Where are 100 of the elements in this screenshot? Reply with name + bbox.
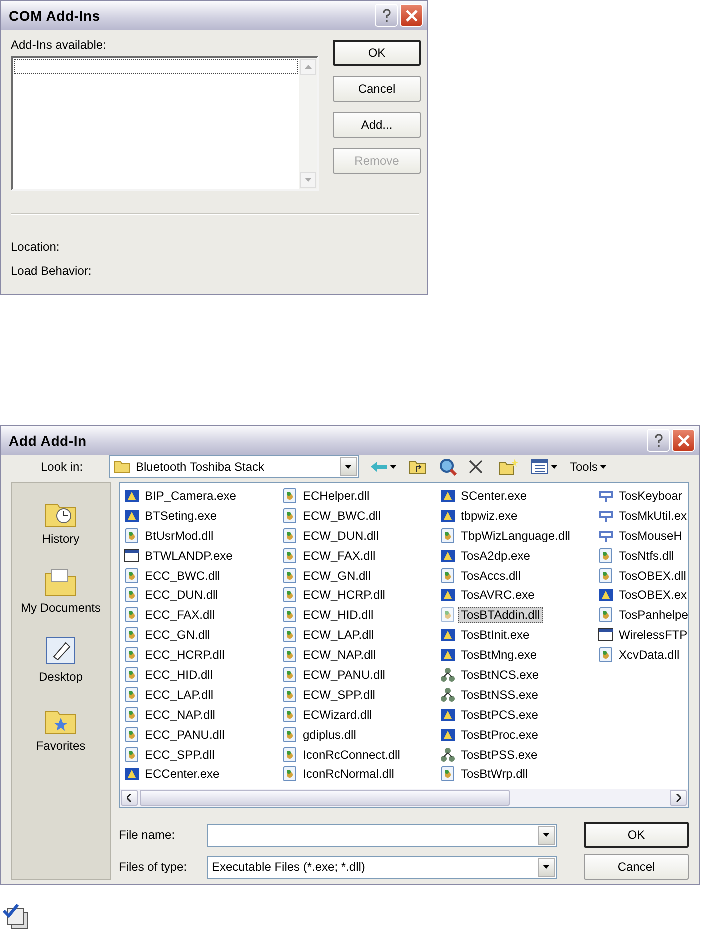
file-item[interactable]: ECW_DUN.dll [300,528,382,544]
file-item[interactable]: TosBTAddin.dll [458,607,544,624]
file-item[interactable]: TosAVRC.exe [458,587,538,604]
dialog-button[interactable]: Cancel [333,76,421,102]
cancel-button[interactable]: Cancel [584,854,689,880]
file-item[interactable]: TosOBEX.dll [616,568,688,584]
file-item[interactable]: TosPanhelpe [616,607,688,624]
program-icon [440,488,456,504]
file-icon [124,686,140,703]
file-item[interactable]: ECW_PANU.dll [300,666,388,683]
file-item[interactable]: TosMouseH [616,528,686,544]
file-item[interactable]: ECC_DUN.dll [142,587,222,604]
file-item[interactable]: TosKeyboar [616,488,686,504]
add-ins-list[interactable] [11,56,319,191]
file-icon [124,746,140,763]
file-item[interactable]: TosBtPCS.exe [458,706,542,723]
scroll-thumb[interactable] [140,790,510,806]
caret-icon [345,464,352,468]
file-item[interactable]: ECC_HID.dll [142,666,216,683]
file-item[interactable]: SCenter.exe [458,488,530,504]
file-item[interactable]: ECC_GN.dll [142,627,214,644]
file-item[interactable]: BTWLANDP.exe [142,548,236,564]
place-item[interactable]: My Documents [20,566,102,615]
file-item[interactable]: ECW_LAP.dll [300,627,378,644]
file-item[interactable]: ECC_BWC.dll [142,568,224,584]
file-item[interactable]: TosBtProc.exe [458,726,542,743]
file-icon [598,647,614,664]
file-item[interactable]: BTSeting.exe [142,508,220,524]
file-item[interactable]: TosOBEX.ex [616,587,688,604]
help-button[interactable] [375,4,398,27]
file-item[interactable]: ECW_BWC.dll [300,508,384,524]
file-item[interactable]: BtUsrMod.dll [142,528,217,544]
window-icon [598,627,614,644]
file-item[interactable]: ECW_GN.dll [300,568,374,584]
close-button[interactable] [672,429,695,452]
file-item[interactable]: ECWizard.dll [300,706,376,723]
file-icon [124,568,140,584]
file-item[interactable]: TosA2dp.exe [458,548,534,564]
file-icon [282,746,298,763]
file-icon [282,508,298,524]
file-item[interactable]: TosBtNSS.exe [458,686,542,703]
file-item[interactable]: ECW_NAP.dll [300,647,380,664]
file-item[interactable]: ECC_HCRP.dll [142,647,228,664]
file-icon [282,706,298,723]
look-in-dropdown[interactable]: Bluetooth Toshiba Stack [109,455,359,478]
tools-menu[interactable]: Tools [569,456,608,478]
file-item[interactable]: TosAccs.dll [458,568,524,584]
file-item[interactable]: ECC_LAP.dll [142,686,216,703]
question-mark-icon [382,8,392,22]
caret-icon [543,865,550,869]
file-item[interactable]: XcvData.dll [616,647,683,664]
file-item[interactable]: ECHelper.dll [300,488,373,504]
file-item[interactable]: ECC_SPP.dll [142,746,218,763]
back-arrow-icon [370,460,388,472]
program-icon [440,548,456,564]
place-item[interactable]: Favorites [36,704,86,753]
file-item[interactable]: gdiplus.dll [300,726,360,743]
file-item[interactable]: tbpwiz.exe [458,508,521,524]
file-item[interactable]: ECC_FAX.dll [142,607,218,624]
program-icon [440,627,456,644]
look-in-label: Look in: [41,460,84,474]
close-button[interactable] [400,4,423,27]
file-item[interactable]: IconRcConnect.dll [300,746,404,763]
file-item[interactable]: ECW_SPP.dll [300,686,378,703]
place-item[interactable]: Desktop [38,635,84,684]
file-name-field[interactable] [207,824,557,846]
file-icon [124,607,140,624]
file-item[interactable]: TbpWizLanguage.dll [458,528,574,544]
file-item[interactable]: TosMkUtil.ex [616,508,688,524]
file-item[interactable]: ECC_PANU.dll [142,726,228,743]
place-item[interactable]: History [42,497,80,546]
file-icon [282,647,298,664]
file-item[interactable]: TosBtMng.exe [458,647,540,664]
file-type-dropdown[interactable]: Executable Files (*.exe; *.dll) [207,856,557,878]
network-icon [440,686,456,703]
file-item[interactable]: BIP_Camera.exe [142,488,240,504]
list-label: Add-Ins available: [11,38,108,52]
file-item[interactable]: ECW_FAX.dll [300,548,379,564]
file-item[interactable]: TosBtNCS.exe [458,666,542,683]
program-icon [440,706,456,723]
file-item[interactable]: TosBtWrp.dll [458,766,532,782]
dialog-button[interactable]: OK [333,40,421,66]
file-item[interactable]: ECC_NAP.dll [142,706,218,723]
vertical-scrollbar[interactable] [299,58,317,189]
file-item[interactable]: TosBtPSS.exe [458,746,541,763]
close-icon [678,434,690,446]
ok-button[interactable]: OK [584,822,689,848]
file-item[interactable]: TosNtfs.dll [616,548,678,564]
file-item[interactable]: ECCenter.exe [142,766,223,782]
file-icon [124,706,140,723]
file-item[interactable]: WirelessFTP [616,627,688,644]
file-item[interactable]: ECW_HID.dll [300,607,377,624]
file-item[interactable]: IconRcNormal.dll [300,766,398,782]
file-icon [598,607,614,624]
file-item[interactable]: ECW_HCRP.dll [300,587,388,604]
file-icon [124,666,140,683]
horizontal-scrollbar[interactable] [120,789,688,807]
file-item[interactable]: TosBtInit.exe [458,627,533,644]
help-button[interactable] [647,429,670,452]
dialog-button[interactable]: Add... [333,112,421,138]
